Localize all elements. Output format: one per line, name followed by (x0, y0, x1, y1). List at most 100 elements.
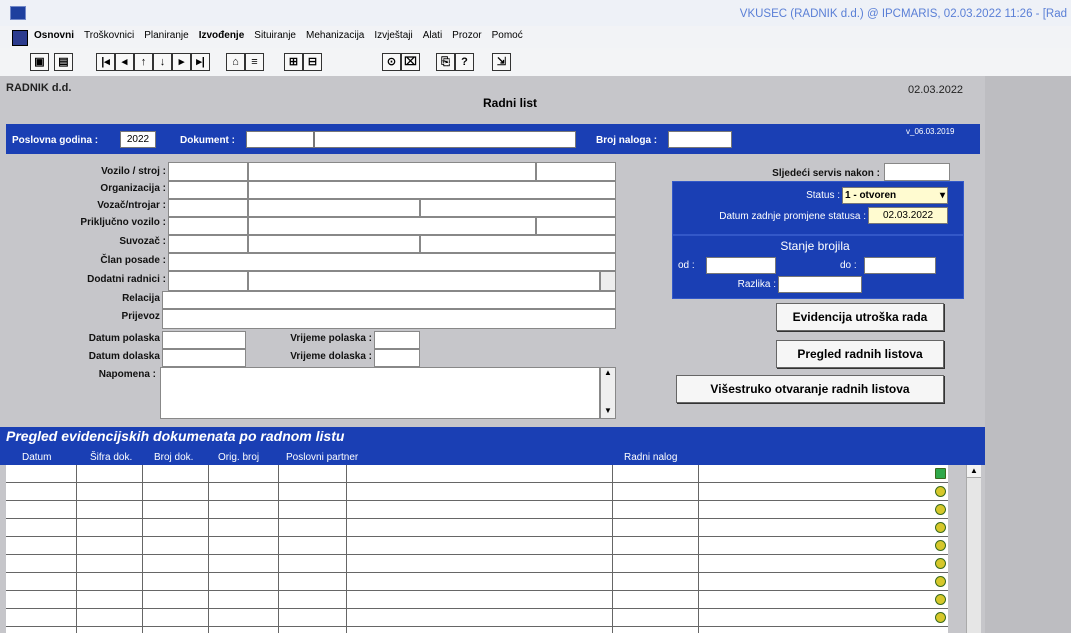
scroll-down-icon[interactable]: ▼ (601, 406, 615, 416)
edit-record-icon[interactable]: ≡ (245, 53, 264, 71)
vozac-name-field[interactable] (248, 199, 420, 217)
status-date-field[interactable]: 02.03.2022 (868, 207, 948, 224)
print-icon[interactable]: ▤ (54, 53, 73, 71)
scroll-up-icon[interactable]: ▲ (601, 368, 615, 378)
chevron-down-icon[interactable]: ▾ (940, 188, 945, 203)
clan-posade-field[interactable] (168, 253, 616, 271)
menu-pomoc[interactable]: Pomoć (492, 30, 523, 41)
relacija-field[interactable] (162, 291, 616, 309)
prijevoz-field[interactable] (162, 309, 616, 329)
previous-record-icon[interactable]: ◂ (115, 53, 134, 71)
grid-scrollbar[interactable]: ▲ (966, 465, 981, 633)
vozilo-name-field[interactable] (248, 162, 536, 181)
menu-alati[interactable]: Alati (423, 30, 442, 41)
dodatni-code-field[interactable] (168, 271, 248, 291)
menu-mehanizacija[interactable]: Mehanizacija (306, 30, 364, 41)
col-radni-nalog[interactable]: Radni nalog (624, 452, 677, 463)
next-record-icon[interactable]: ▸ (172, 53, 191, 71)
organizacija-code-field[interactable] (168, 181, 248, 199)
menu-osnovni[interactable]: Osnovni (34, 30, 74, 41)
vozilo-code-field[interactable] (168, 162, 248, 181)
move-down-icon[interactable]: ↓ (153, 53, 172, 71)
suvozac-extra-field[interactable] (420, 235, 616, 253)
vozac-code-field[interactable] (168, 199, 248, 217)
napomena-scrollbar[interactable]: ▲ ▼ (600, 367, 616, 419)
documents-grid (6, 465, 948, 633)
document-type-field[interactable] (246, 131, 314, 148)
dodatni-name-field[interactable] (248, 271, 600, 291)
table-row[interactable] (6, 591, 948, 609)
status-select[interactable]: 1 - otvoren ▾ (842, 187, 948, 204)
suvozac-name-field[interactable] (248, 235, 420, 253)
menu-prozor[interactable]: Prozor (452, 30, 481, 41)
save-icon[interactable]: ▣ (30, 53, 49, 71)
prikljucno-name-field[interactable] (248, 217, 536, 235)
last-record-icon[interactable]: ▸| (191, 53, 210, 71)
row-action-icon[interactable] (935, 486, 946, 497)
dodatni-scroll[interactable] (600, 271, 616, 291)
row-action-icon[interactable] (935, 558, 946, 569)
row-action-icon[interactable] (935, 540, 946, 551)
system-menu-icon[interactable] (10, 6, 26, 20)
delete-icon[interactable]: ⌧ (401, 53, 420, 71)
servis-field[interactable] (884, 163, 950, 181)
row-action-icon[interactable] (935, 504, 946, 515)
table-row[interactable] (6, 483, 948, 501)
table-row[interactable] (6, 519, 948, 537)
brojilo-razlika-field[interactable] (778, 276, 862, 293)
brojilo-od-field[interactable] (706, 257, 776, 274)
row-action-icon[interactable] (935, 576, 946, 587)
col-orig-broj[interactable]: Orig. broj (218, 452, 259, 463)
menu-troskovnici[interactable]: Troškovnici (84, 30, 134, 41)
filter-icon[interactable]: ⊞ (284, 53, 303, 71)
vrijeme-polaska-field[interactable] (374, 331, 420, 349)
prikljucno-code-field[interactable] (168, 217, 248, 235)
vozac-extra-field[interactable] (420, 199, 616, 217)
menu-izvjestaji[interactable]: Izvještaji (374, 30, 412, 41)
row-action-icon[interactable] (935, 522, 946, 533)
vozilo-extra-field[interactable] (536, 162, 616, 181)
suvozac-code-field[interactable] (168, 235, 248, 253)
find-icon[interactable]: ⊙ (382, 53, 401, 71)
first-record-icon[interactable]: |◂ (96, 53, 115, 71)
table-row[interactable] (6, 573, 948, 591)
relacija-label: Relacija : (122, 293, 166, 304)
order-number-field[interactable] (668, 131, 732, 148)
exit-icon[interactable]: ⇲ (492, 53, 511, 71)
sort-icon[interactable]: ⊟ (303, 53, 322, 71)
table-row[interactable] (6, 501, 948, 519)
menu-situiranje[interactable]: Situiranje (254, 30, 296, 41)
datum-polaska-field[interactable] (162, 331, 246, 349)
menu-izvodenje[interactable]: Izvođenje (199, 30, 245, 41)
napomena-textarea[interactable] (160, 367, 600, 419)
help-icon[interactable]: ? (455, 53, 474, 71)
datum-dolaska-field[interactable] (162, 349, 246, 367)
table-row[interactable] (6, 609, 948, 627)
pregled-button[interactable]: Pregled radnih listova (776, 340, 944, 368)
table-row[interactable] (6, 537, 948, 555)
visestruko-button[interactable]: Višestruko otvaranje radnih listova (676, 375, 944, 403)
app-icon[interactable] (12, 30, 28, 46)
brojilo-do-field[interactable] (864, 257, 936, 274)
vrijeme-dolaska-field[interactable] (374, 349, 420, 367)
col-broj-dok[interactable]: Broj dok. (154, 452, 193, 463)
col-poslovni-partner[interactable]: Poslovni partner (286, 452, 358, 463)
col-sifra-dok[interactable]: Šifra dok. (90, 452, 132, 463)
napomena-label: Napomena : (98, 369, 156, 380)
table-row[interactable] (6, 555, 948, 573)
new-row-icon[interactable] (935, 468, 946, 479)
evidencija-button[interactable]: Evidencija utroška rada (776, 303, 944, 331)
table-row[interactable] (6, 465, 948, 483)
prikljucno-extra-field[interactable] (536, 217, 616, 235)
menu-planiranje[interactable]: Planiranje (144, 30, 188, 41)
new-record-icon[interactable]: ⌂ (226, 53, 245, 71)
document-name-field[interactable] (314, 131, 576, 148)
scroll-up-icon[interactable]: ▲ (967, 465, 981, 478)
organizacija-name-field[interactable] (248, 181, 616, 199)
row-action-icon[interactable] (935, 594, 946, 605)
col-datum[interactable]: Datum (22, 452, 51, 463)
year-field[interactable]: 2022 (120, 131, 156, 148)
row-action-icon[interactable] (935, 612, 946, 623)
report-icon[interactable]: ⎘ (436, 53, 455, 71)
move-up-icon[interactable]: ↑ (134, 53, 153, 71)
